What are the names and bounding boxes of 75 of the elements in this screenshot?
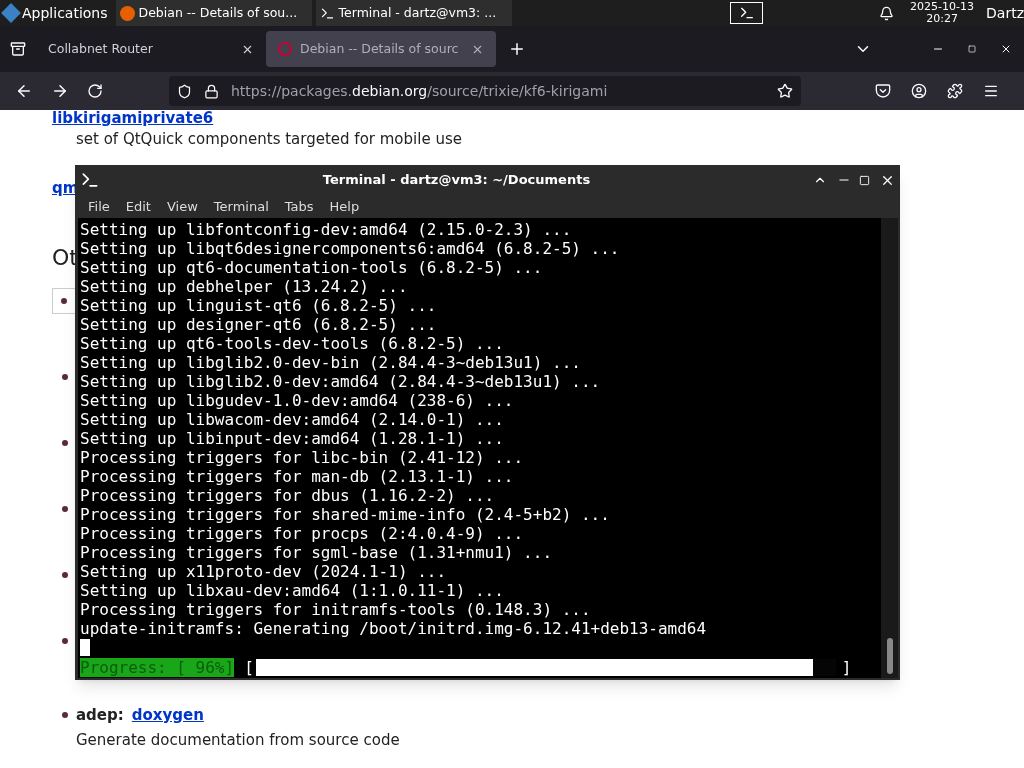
bullet-icon (62, 638, 68, 644)
applications-menu[interactable]: Applications (0, 0, 112, 26)
browser-tab[interactable]: Debian -- Details of sourc (266, 31, 496, 67)
bullet-icon (62, 374, 68, 380)
terminal-line: Processing triggers for sgml-base (1.31+nmu1) ... (80, 543, 552, 562)
terminal-icon[interactable] (730, 2, 763, 24)
terminal-line: Setting up linguist-qt6 (6.8.2-5) ... (80, 296, 437, 315)
lock-icon[interactable] (204, 83, 219, 99)
taskbar-window[interactable]: Terminal - dartz@vm3: ... (315, 0, 512, 26)
menu-item[interactable]: Terminal (206, 196, 276, 217)
terminal-line: Setting up debhelper (13.24.2) ... (80, 277, 408, 296)
bullet-icon (62, 712, 68, 719)
menu-item[interactable]: Tabs (277, 196, 321, 217)
address-bar[interactable]: https://packages.debian.org/source/trixie/kf6-kirigami (169, 76, 801, 106)
terminal-line: Setting up libglib2.0-dev:amd64 (2.84.4-3~deb13u1) ... (80, 372, 601, 391)
terminal-line: Setting up libxau-dev:amd64 (1:1.0.11-1) ... (80, 581, 504, 600)
new-tab-icon[interactable] (508, 40, 526, 58)
dependency-description: Generate documentation from source code (76, 729, 401, 751)
maximize-icon[interactable] (968, 45, 976, 53)
package-link[interactable]: libkirigamiprivate6 (52, 110, 1024, 126)
dependency-link[interactable]: doxygen (131, 704, 204, 727)
back-icon[interactable] (15, 82, 33, 100)
url-text: https://packages.debian.org/source/trixie/kf6-kirigami (231, 81, 608, 101)
dependency-label: adep: (76, 705, 124, 726)
notification-icon[interactable] (879, 5, 895, 21)
terminal-line: Setting up designer-qt6 (6.8.2-5) ... (80, 315, 437, 334)
bracket-text: [ (244, 658, 254, 677)
scrollbar[interactable] (881, 218, 898, 678)
forward-icon[interactable] (51, 82, 69, 100)
taskbar-window[interactable]: Debian -- Details of sou... (115, 0, 312, 26)
terminal-line: Processing triggers for procps (2:4.0.4-9) ... (80, 524, 524, 543)
terminal-line: Processing triggers for libc-bin (2.41-12) ... (80, 448, 524, 467)
terminal-line: Processing triggers for dbus (1.16.2-2) ... (80, 486, 495, 505)
menu-item[interactable]: Edit (118, 196, 158, 217)
window-title: Terminal - dartz@vm3: ~/Documents (322, 171, 591, 190)
clock[interactable]: 2025-10-13 20:27 (910, 1, 975, 25)
bullet-icon (62, 572, 68, 578)
user-name[interactable]: Dartz (986, 2, 1024, 24)
menu-item[interactable]: File (81, 196, 117, 217)
menu-item[interactable]: Help (322, 196, 367, 217)
extensions-icon[interactable] (947, 83, 963, 99)
bullet-icon (62, 440, 68, 446)
account-icon[interactable] (911, 83, 927, 99)
bookmark-star-icon[interactable] (777, 83, 793, 99)
menu-item[interactable]: View (159, 196, 205, 217)
shield-icon[interactable] (177, 83, 192, 99)
close-icon[interactable] (1000, 43, 1012, 55)
terminal-line: Setting up libfontconfig-dev:amd64 (2.15.0-2.3) ... (80, 220, 572, 239)
terminal-line: Setting up x11proto-dev (2024.1-1) ... (80, 562, 447, 581)
terminal-line: update-initramfs: Generating /boot/initrd.img-6.12.41+deb13-amd64 (80, 619, 707, 638)
pocket-icon[interactable] (875, 83, 891, 99)
maximize-icon[interactable] (859, 174, 870, 186)
terminal-line: Setting up libinput-dev:amd64 (1.28.1-1) ... (80, 429, 504, 448)
browser-tab[interactable]: Collabnet Router (36, 31, 266, 67)
progress-label: Progress: [ 96%] (80, 658, 235, 677)
package-description: set of QtQuick components targeted for mobile use (76, 129, 463, 150)
terminal-line: Processing triggers for man-db (2.13.1-1) ... (80, 467, 514, 486)
terminal-line: Setting up libgudev-1.0-dev:amd64 (238-6) ... (80, 391, 514, 410)
terminal-line: Setting up libwacom-dev:amd64 (2.14.0-1) ... (80, 410, 504, 429)
terminal-icon (319, 5, 335, 21)
terminal-line: Setting up libqt6designercomponents6:amd64 (6.8.2-5) ... (80, 239, 620, 258)
bracket-text: ] (841, 658, 852, 677)
terminal-line: Setting up qt6-documentation-tools (6.8.2-5) ... (80, 258, 543, 277)
bullet-icon (62, 506, 68, 512)
terminal-line: Processing triggers for initramfs-tools (0.148.3) ... (80, 600, 591, 619)
reload-icon[interactable] (87, 83, 103, 99)
terminal-line: Setting up qt6-tools-dev-tools (6.8.2-5) ... (80, 334, 504, 353)
tab-overview-icon[interactable] (10, 41, 26, 57)
terminal-icon (80, 170, 100, 190)
terminal-line: Processing triggers for shared-mime-info (2.4-5+b2) ... (80, 505, 610, 524)
bullet-icon (61, 298, 67, 304)
text-cursor (80, 639, 90, 656)
terminal-line: Setting up libglib2.0-dev-bin (2.84.4-3~deb13u1) ... (80, 353, 581, 372)
menu-icon[interactable] (983, 83, 999, 99)
section-heading: Ot (52, 244, 78, 272)
